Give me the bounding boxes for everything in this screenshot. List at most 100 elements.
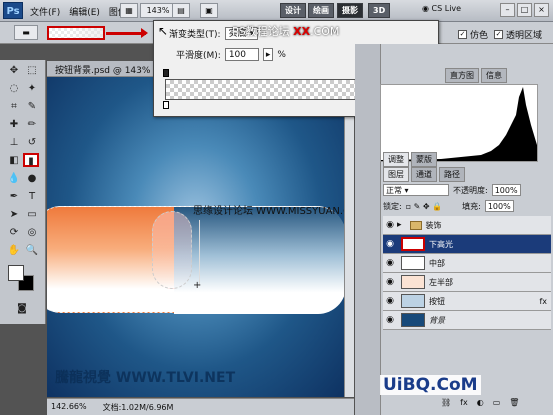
foreground-color[interactable] [8, 265, 24, 281]
checkbox-box[interactable]: ✓ [494, 30, 503, 39]
folder-new-icon[interactable]: ▭ [493, 398, 501, 412]
color-swatches[interactable] [8, 265, 36, 293]
tool-preset-icon[interactable]: ▬ [14, 25, 38, 40]
eraser-tool-icon[interactable]: ◧ [6, 154, 22, 168]
color-stop-left[interactable] [163, 101, 169, 109]
adjust-tabs: 调整 蒙版 [355, 152, 553, 167]
smoothness-input[interactable]: 100 [224, 48, 259, 61]
minimize-button[interactable]: – [500, 3, 515, 17]
zoom-select[interactable]: 143% [140, 3, 176, 18]
tab-adjustments[interactable]: 调整 [383, 152, 409, 167]
crosshair-cursor-icon: + [193, 280, 202, 291]
visibility-eye-icon[interactable]: ◉ [383, 239, 397, 249]
visibility-eye-icon[interactable]: ◉ [383, 258, 397, 268]
workspace-design-button[interactable]: 设计 [280, 3, 306, 18]
workspace-photo-button[interactable]: 摄影 [337, 3, 363, 18]
tab-layers[interactable]: 图层 [383, 167, 409, 182]
trash-icon[interactable]: 🗑 [509, 398, 519, 412]
gradient-tool-icon[interactable]: ▮ [23, 153, 39, 167]
crop-tool-icon[interactable]: ⌗ [6, 100, 22, 114]
tab-paths[interactable]: 路径 [439, 167, 465, 182]
layer-row[interactable]: ◉ 中部 [383, 254, 551, 273]
opacity-stop-left[interactable] [163, 69, 169, 77]
lasso-tool-icon[interactable]: ◌ [6, 82, 22, 96]
histogram-svg [381, 87, 537, 161]
cs-live-button[interactable]: ◉ CS Live [422, 4, 461, 13]
quick-mask-icon[interactable]: ◙ [14, 302, 30, 316]
tab-histogram[interactable]: 直方图 [445, 68, 479, 83]
smoothness-dropdown-icon[interactable]: ▸ [262, 48, 274, 61]
magic-wand-icon[interactable]: ✦ [24, 82, 40, 96]
watermark-bottom: 騰龍視覺 WWW.TLVI.NET [55, 370, 236, 386]
gradient-picker[interactable] [47, 26, 105, 40]
opacity-label: 不透明度: [453, 185, 488, 195]
tab-info[interactable]: 信息 [481, 68, 507, 83]
smoothness-unit: % [277, 49, 286, 60]
pointer-cursor-icon: ↖ [158, 24, 169, 38]
hand-tool-icon[interactable]: ✋ [6, 244, 22, 258]
fill-input[interactable]: 100% [484, 200, 514, 212]
dither-checkbox[interactable]: ✓ 仿色 [458, 28, 488, 41]
visibility-eye-icon[interactable]: ◉ [383, 220, 397, 230]
canvas-scrollbar[interactable] [344, 77, 354, 397]
transparency-checkbox[interactable]: ✓ 透明区域 [494, 28, 542, 41]
shape-tool-icon[interactable]: ▭ [24, 208, 40, 222]
pen-tool-icon[interactable]: ✒ [6, 190, 22, 204]
zoom-level[interactable]: 142.66% [51, 402, 87, 412]
maximize-button[interactable]: □ [517, 3, 532, 17]
expand-arrow-icon[interactable]: ▸ [397, 220, 402, 230]
layer-row[interactable]: ◉ 左半部 [383, 273, 551, 292]
workspace-paint-button[interactable]: 绘画 [308, 3, 334, 18]
screen-mode-icon[interactable]: ▣ [200, 3, 218, 18]
blend-mode-select[interactable]: 正常 ▾ [383, 184, 449, 196]
dodge-tool-icon[interactable]: ● [24, 172, 40, 186]
layer-thumbnail [401, 313, 425, 327]
link-icon[interactable]: ⛓ [441, 398, 451, 412]
layer-row[interactable]: ◉ 按钮 fx [383, 292, 551, 311]
lock-icons[interactable]: ▫ ✎ ✥ 🔒 [406, 202, 442, 211]
layer-thumbnail [401, 237, 425, 251]
heal-tool-icon[interactable]: ✚ [6, 118, 22, 132]
eyedropper-icon[interactable]: ✎ [24, 100, 40, 114]
layers-footer: ⛓ fx ◐ ▭ 🗑 [381, 398, 549, 412]
visibility-eye-icon[interactable]: ◉ [383, 315, 397, 325]
checkbox-box[interactable]: ✓ [458, 30, 467, 39]
doc-size: 文档:1.02M/6.96M [102, 403, 174, 412]
gradient-drag-line [199, 220, 200, 286]
layer-row[interactable]: ◉ 背景 [383, 311, 551, 330]
mask-icon[interactable]: ◐ [477, 398, 484, 412]
layer-row[interactable]: ◉ ▸ 装饰 [383, 216, 551, 235]
menu-edit[interactable]: 编辑(E) [69, 5, 100, 18]
layer-row-active[interactable]: ◉ 下高光 [383, 235, 551, 254]
tab-masks[interactable]: 蒙版 [411, 152, 437, 167]
canvas[interactable]: + 思缘设计论坛 WWW.MISSYUAN.COM 騰龍視覺 WWW.TLVI.… [47, 77, 344, 397]
opacity-input[interactable]: 100% [491, 184, 521, 196]
visibility-eye-icon[interactable]: ◉ [383, 277, 397, 287]
arrange-icon[interactable]: ▤ [172, 3, 190, 18]
layer-controls: 正常 ▾ 不透明度: 100% 锁定: ▫ ✎ ✥ 🔒 填充: 100% [383, 182, 551, 214]
popup-watermark: PS教程论坛 XX.COM [232, 25, 340, 38]
gradient-type-label: 渐变类型(T): [169, 30, 221, 40]
zoom-tool-icon[interactable]: 🔍 [24, 244, 40, 258]
layer-thumbnail [401, 256, 425, 270]
grid-icon[interactable]: ▦ [120, 3, 138, 18]
3d-camera-icon[interactable]: ◎ [24, 226, 40, 240]
type-tool-icon[interactable]: T [24, 190, 40, 204]
fx-footer-icon[interactable]: fx [460, 398, 468, 412]
move-tool-icon[interactable]: ✥ [6, 64, 22, 78]
workspace-3d-button[interactable]: 3D [368, 3, 391, 18]
history-brush-icon[interactable]: ↺ [24, 136, 40, 150]
3d-rotate-icon[interactable]: ⟳ [6, 226, 22, 240]
visibility-eye-icon[interactable]: ◉ [383, 296, 397, 306]
blur-tool-icon[interactable]: 💧 [6, 172, 22, 186]
photoshop-logo: Ps [3, 2, 23, 19]
stamp-tool-icon[interactable]: ⊥ [6, 136, 22, 150]
tab-channels[interactable]: 通道 [411, 167, 437, 182]
smoothness-label: 平滑度(M): [176, 51, 221, 61]
fx-icon[interactable]: fx [539, 297, 551, 306]
brush-tool-icon[interactable]: ✏ [24, 118, 40, 132]
marquee-tool-icon[interactable]: ⬚ [24, 64, 40, 78]
menu-file[interactable]: 文件(F) [30, 5, 60, 18]
close-button[interactable]: × [534, 3, 549, 17]
path-select-icon[interactable]: ➤ [6, 208, 22, 222]
